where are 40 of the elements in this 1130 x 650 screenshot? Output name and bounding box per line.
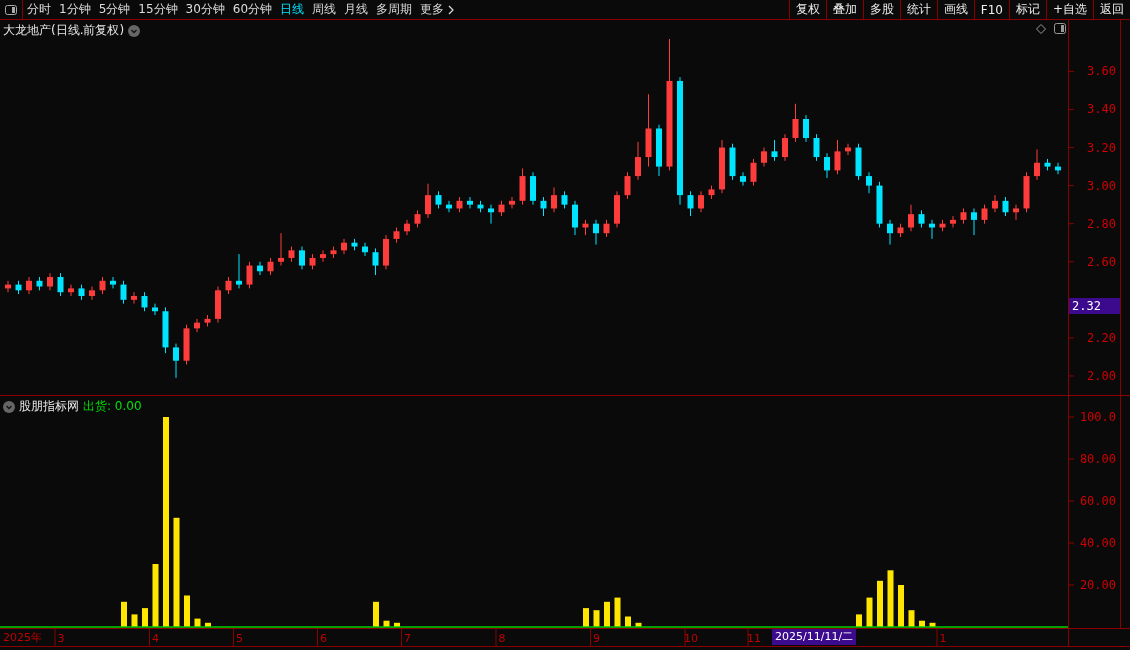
period-tab[interactable]: 1分钟 [55, 0, 95, 19]
period-tab[interactable]: 多周期 [372, 0, 417, 19]
cursor-date-label: 2025/11/11/二 [772, 629, 857, 645]
period-tab[interactable]: 15分钟 [134, 0, 182, 19]
axis-label: 100.0 [1079, 410, 1116, 424]
more-tab[interactable]: 更多 [416, 0, 459, 19]
axis-label: 10 [684, 632, 698, 645]
period-tab[interactable]: 60分钟 [228, 0, 277, 19]
axis-label: 2.60 [1087, 254, 1116, 269]
axis-label: 6 [320, 632, 327, 645]
indicator-reading: 出货: 0.00 [83, 398, 142, 415]
axis-label: 2.00 [1087, 368, 1116, 383]
axis-label: 9 [593, 632, 600, 645]
stock-title: 大龙地产(日线.前复权) [3, 22, 125, 39]
indicator-name: 股朋指标网 [19, 398, 79, 415]
axis-label: 3.60 [1087, 64, 1116, 79]
axis-label: 4 [152, 632, 159, 645]
axis-label: 80.00 [1079, 452, 1116, 466]
period-tab[interactable]: 日线 [276, 0, 309, 19]
axis-label: 8 [498, 632, 506, 645]
axis-label: 2.20 [1087, 330, 1116, 345]
axis-label: 3.00 [1087, 178, 1116, 193]
axis-label: 3.20 [1087, 140, 1116, 155]
axis-label: 11 [747, 632, 761, 645]
period-tab[interactable]: 5分钟 [94, 0, 135, 19]
axis-label: 20.00 [1079, 578, 1116, 592]
axis-label: 2.80 [1087, 216, 1116, 231]
period-tab[interactable]: 分时 [23, 0, 55, 19]
period-tab[interactable]: 30分钟 [181, 0, 229, 19]
price-marker: 2.32 [1069, 298, 1120, 314]
axis-label: 3 [57, 632, 65, 645]
axis-label: 1 [939, 632, 947, 645]
axis-label: 2025年 [3, 630, 42, 645]
axis-label: 5 [236, 632, 243, 645]
axis-label: 60.00 [1079, 494, 1116, 508]
axis-label: 3.40 [1087, 102, 1116, 117]
period-tab[interactable]: 周线 [308, 0, 341, 19]
axis-label: 40.00 [1079, 536, 1116, 550]
period-tab[interactable]: 月线 [340, 0, 373, 19]
axis-label: 7 [404, 632, 411, 645]
